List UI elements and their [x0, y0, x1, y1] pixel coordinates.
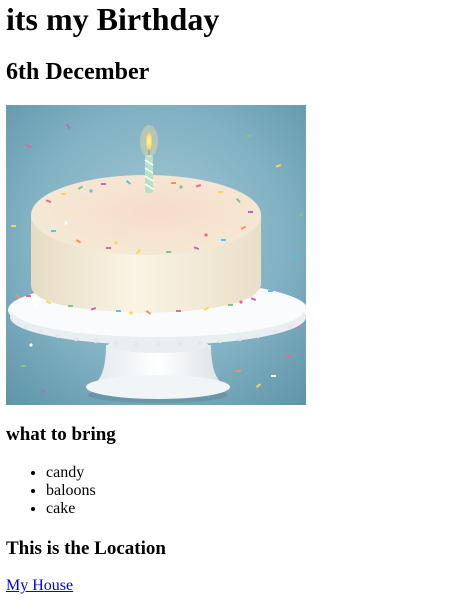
- list-item: candy: [46, 464, 96, 482]
- page-title: its my Birthday: [6, 1, 220, 37]
- what-to-bring-heading: what to bring: [6, 424, 116, 445]
- birthday-cake-image: [6, 105, 306, 405]
- list-item: baloons: [46, 482, 96, 500]
- location-link[interactable]: My House: [6, 577, 73, 595]
- event-date: 6th December: [6, 59, 150, 85]
- location-heading: This is the Location: [6, 538, 166, 559]
- bring-list: candy baloons cake: [6, 464, 96, 518]
- page: its my Birthday 6th December what to bri…: [0, 0, 456, 609]
- list-item: cake: [46, 500, 96, 518]
